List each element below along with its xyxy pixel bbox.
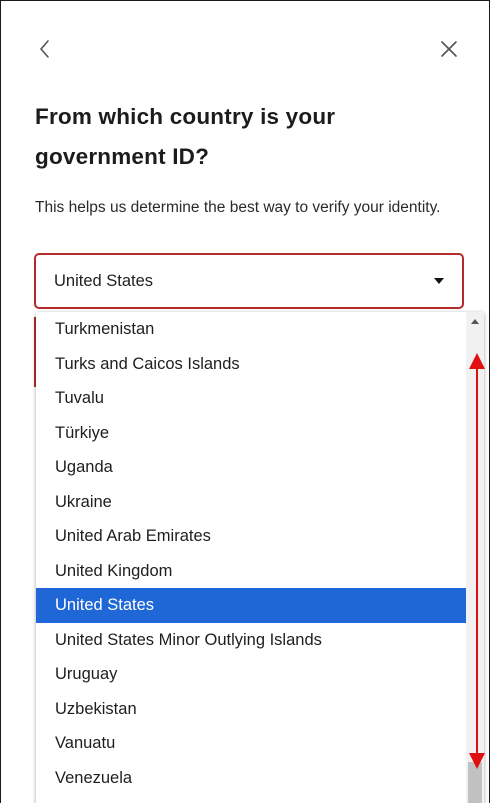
country-option[interactable]: United States Minor Outlying Islands (36, 623, 466, 658)
country-option[interactable]: Türkiye (36, 416, 466, 451)
close-icon (441, 41, 457, 57)
country-option[interactable]: Turks and Caicos Islands (36, 347, 466, 382)
page-title: From which country is your government ID… (35, 104, 336, 169)
country-option[interactable]: Ukraine (36, 485, 466, 520)
caret-down-icon (434, 278, 444, 284)
scrollbar-thumb[interactable] (468, 762, 482, 803)
country-option[interactable]: Uruguay (36, 657, 466, 692)
country-option[interactable]: Tuvalu (36, 381, 466, 416)
country-dropdown-list[interactable]: Turkmenistan Turks and Caicos Islands Tu… (36, 312, 484, 803)
close-button[interactable] (437, 37, 461, 61)
country-option[interactable]: Venezuela (36, 761, 466, 796)
verification-panel: From which country is your government ID… (0, 0, 490, 803)
country-option-selected[interactable]: United States (36, 588, 466, 623)
country-option[interactable]: Vanuatu (36, 726, 466, 761)
option-list: Turkmenistan Turks and Caicos Islands Tu… (36, 312, 466, 795)
country-select-value: United States (54, 272, 154, 290)
country-option[interactable]: United Kingdom (36, 554, 466, 589)
country-option[interactable]: Uganda (36, 450, 466, 485)
back-button[interactable] (35, 35, 57, 63)
country-option[interactable]: Turkmenistan (36, 312, 466, 347)
dropdown-scrollbar[interactable] (466, 312, 484, 803)
country-option[interactable]: United Arab Emirates (36, 519, 466, 554)
country-select[interactable]: United States (34, 253, 464, 309)
page-description: This helps us determine the best way to … (35, 199, 441, 216)
country-option[interactable]: Uzbekistan (36, 692, 466, 727)
scroll-up-arrow-icon[interactable] (466, 312, 484, 330)
chevron-left-icon (40, 40, 49, 58)
